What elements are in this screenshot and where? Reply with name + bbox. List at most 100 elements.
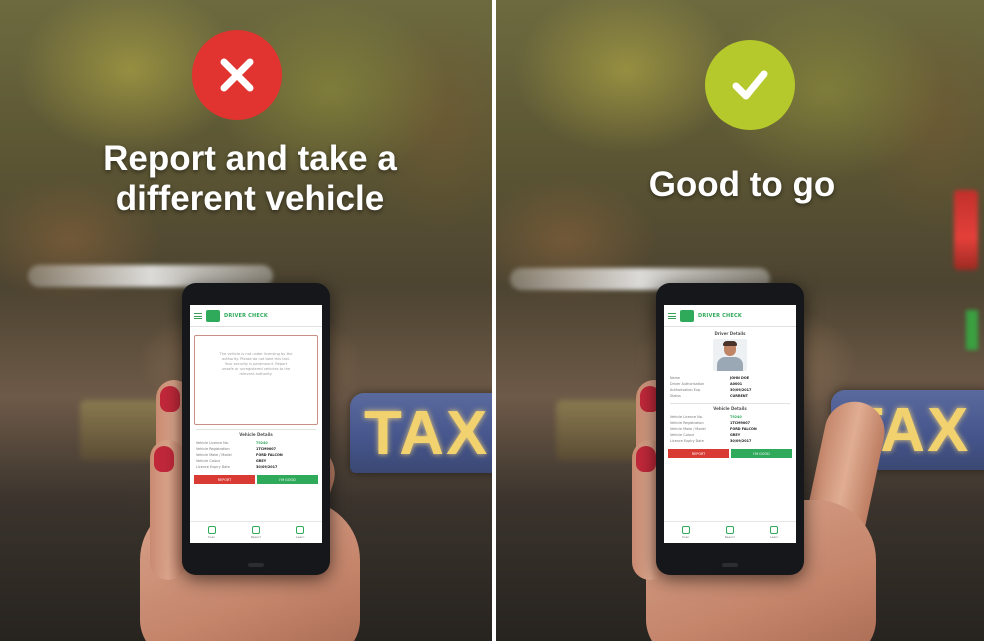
nav-item-report[interactable]: Report xyxy=(725,526,735,539)
row-key: Name xyxy=(670,376,681,380)
fingernail xyxy=(160,386,180,412)
row-value: 30/09/2017 xyxy=(730,388,752,392)
headline-line: different vehicle xyxy=(115,179,385,218)
row-value: FORD FALCON xyxy=(730,427,757,431)
driver-details-title: Driver Details xyxy=(714,331,746,336)
photo-body xyxy=(717,357,743,371)
phone-home-button xyxy=(248,563,264,567)
app-screen: DRIVER CHECK Driver Details Name JOHN DOE… xyxy=(664,305,796,543)
driver-row: Status CURRENT xyxy=(664,393,796,399)
taxi-sign-text: TAX xyxy=(364,398,490,468)
row-key: Driver Authorisation xyxy=(670,382,705,386)
app-title: DRIVER CHECK xyxy=(224,312,268,319)
panel-reject: TAX Report and take a different vehicle … xyxy=(0,0,492,641)
vehicle-row: Licence Expiry Date 30/09/2017 xyxy=(190,464,322,470)
warning-text: The vehicle is not under licensing by th… xyxy=(220,352,293,377)
photo-hair xyxy=(723,341,737,346)
fingernail xyxy=(154,446,174,472)
comparison-image: TAX Report and take a different vehicle … xyxy=(0,0,984,641)
app-header: DRIVER CHECK xyxy=(190,305,322,327)
close-icon xyxy=(192,30,282,120)
headline-reject: Report and take a different vehicle xyxy=(40,139,460,219)
report-icon xyxy=(251,526,260,534)
headline-accept: Good to go xyxy=(552,165,932,205)
good-button[interactable]: I'M GOOD xyxy=(257,475,318,484)
app-screen: DRIVER CHECK The vehicle is not under li… xyxy=(190,305,322,543)
row-key: Status xyxy=(670,394,681,398)
row-key: Vehicle Colour xyxy=(196,459,221,463)
nav-item-report[interactable]: Report xyxy=(251,526,261,539)
row-value: T9240 xyxy=(256,441,268,445)
app-logo xyxy=(206,309,220,322)
app-logo xyxy=(680,309,694,322)
nav-item-learn[interactable]: Learn xyxy=(296,526,304,539)
divider xyxy=(196,429,316,430)
row-value: 30/09/2017 xyxy=(730,439,752,443)
row-key: Vehicle Make / Model xyxy=(196,453,232,457)
row-value: GREY xyxy=(256,459,267,463)
app-title: DRIVER CHECK xyxy=(698,312,742,319)
smartphone: DRIVER CHECK Driver Details Name JOHN DOE… xyxy=(656,283,804,575)
app-header: DRIVER CHECK xyxy=(664,305,796,327)
nav-label: Scan xyxy=(681,535,690,539)
vehicle-row: Licence Expiry Date 30/09/2017 xyxy=(664,438,796,444)
menu-icon[interactable] xyxy=(194,312,202,319)
scan-icon xyxy=(681,526,690,534)
phone-home-button xyxy=(722,563,738,567)
vehicle-details-title: Vehicle Details xyxy=(239,432,273,437)
nav-item-learn[interactable]: Learn xyxy=(770,526,778,539)
row-value: 1TCM9007 xyxy=(256,447,276,451)
panel-accept: TAX Good to go DRIVER CHECK Driver Detai… xyxy=(496,0,984,641)
row-key: Vehicle Colour xyxy=(670,433,695,437)
row-key: Vehicle Registration xyxy=(670,421,704,425)
row-value: 30/09/2017 xyxy=(256,465,278,469)
nav-label: Scan xyxy=(207,535,216,539)
traffic-light-green xyxy=(966,310,978,350)
divider xyxy=(670,403,790,404)
headline-line: Good to go xyxy=(648,165,836,204)
row-key: Vehicle Registration xyxy=(196,447,230,451)
bottom-nav: Scan Report Learn xyxy=(664,521,796,543)
report-icon xyxy=(725,526,734,534)
driver-section: Driver Details xyxy=(664,327,796,371)
row-value: CURRENT xyxy=(730,394,748,398)
driver-photo xyxy=(713,339,747,371)
learn-icon xyxy=(770,526,779,534)
row-key: Authorisation Exp. xyxy=(670,388,702,392)
scan-icon xyxy=(207,526,216,534)
row-value: T9240 xyxy=(730,415,742,419)
row-value: A0001 xyxy=(730,382,743,386)
vehicle-details-title: Vehicle Details xyxy=(713,406,747,411)
warning-box: The vehicle is not under licensing by th… xyxy=(194,335,318,425)
action-buttons: REPORT I'M GOOD xyxy=(194,475,318,484)
row-key: Vehicle Licence No. xyxy=(670,415,703,419)
row-value: FORD FALCON xyxy=(256,453,283,457)
learn-icon xyxy=(296,526,305,534)
report-button[interactable]: REPORT xyxy=(194,475,255,484)
nav-label: Learn xyxy=(296,535,305,539)
taxi-roof-sign: TAX xyxy=(350,393,492,473)
report-button[interactable]: REPORT xyxy=(668,449,729,458)
fingernail xyxy=(636,446,656,472)
row-key: Licence Expiry Date xyxy=(196,465,230,469)
nav-label: Learn xyxy=(770,535,779,539)
row-value: 1TCM9007 xyxy=(730,421,750,425)
row-key: Vehicle Make / Model xyxy=(670,427,706,431)
headline-line: Report and take a xyxy=(103,139,397,178)
nav-label: Report xyxy=(724,535,735,539)
bottom-nav: Scan Report Learn xyxy=(190,521,322,543)
traffic-light-red xyxy=(954,190,978,270)
nav-item-scan[interactable]: Scan xyxy=(681,526,690,539)
row-key: Vehicle Licence No. xyxy=(196,441,229,445)
warning-line: relevant authority. xyxy=(239,372,273,376)
action-buttons: REPORT I'M GOOD xyxy=(668,449,792,458)
row-value: GREY xyxy=(730,433,741,437)
hand-finger xyxy=(150,440,186,580)
nav-item-scan[interactable]: Scan xyxy=(207,526,216,539)
good-button[interactable]: I'M GOOD xyxy=(731,449,792,458)
check-icon xyxy=(705,40,795,130)
smartphone: DRIVER CHECK The vehicle is not under li… xyxy=(182,283,330,575)
nav-label: Report xyxy=(250,535,261,539)
row-key: Licence Expiry Date xyxy=(670,439,704,443)
menu-icon[interactable] xyxy=(668,312,676,319)
